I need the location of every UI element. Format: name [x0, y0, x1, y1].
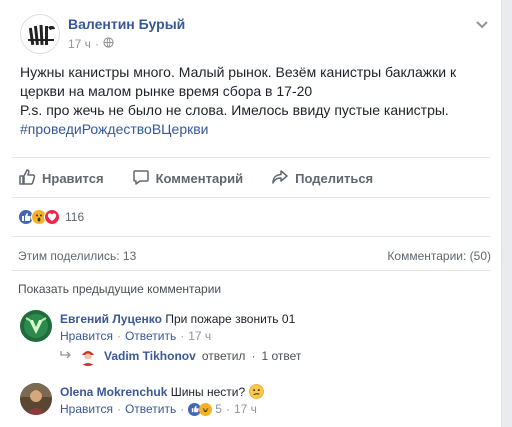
- scrollbar-track[interactable]: [502, 0, 512, 427]
- post-actions: Нравится Комментарий Поделиться: [18, 166, 401, 190]
- show-previous-comments-link[interactable]: Показать предыдущие комментарии: [18, 282, 221, 296]
- reactions-summary[interactable]: 116: [18, 209, 84, 225]
- post-meta: 17 ч ·: [68, 37, 114, 51]
- post-time[interactable]: 17 ч: [68, 37, 91, 51]
- divider: [12, 270, 490, 271]
- like-label: Нравится: [42, 170, 104, 186]
- comments-count[interactable]: Комментарии: (50): [387, 249, 491, 263]
- post-hashtag[interactable]: #проведиРождествоВЦеркви: [20, 120, 490, 139]
- dot-separator: ·: [225, 402, 230, 416]
- dot-separator: ·: [251, 349, 256, 363]
- commenter-name[interactable]: Olena Mokrenchuk: [60, 385, 167, 399]
- comment-text: При пожаре звонить 01: [165, 312, 296, 326]
- meta-separator: ·: [94, 37, 99, 51]
- share-label: Поделиться: [295, 170, 374, 186]
- reply-summary[interactable]: Vadim Tikhonov ответил · 1 ответ: [60, 346, 301, 366]
- commenter-name[interactable]: Евгений Луценко: [60, 312, 162, 326]
- divider: [12, 197, 490, 198]
- dot-separator: ·: [180, 329, 185, 343]
- comment-reply-link[interactable]: Ответить: [125, 329, 176, 343]
- globe-icon: [103, 37, 114, 51]
- reply-action-text: ответил: [201, 349, 246, 363]
- post-text-line: P.s. про жечь не было не слова. Имелось …: [20, 102, 449, 118]
- commenter-avatar[interactable]: [20, 310, 52, 342]
- share-button[interactable]: Поделиться: [271, 168, 373, 189]
- comment-button[interactable]: Комментарий: [132, 168, 244, 189]
- chevron-down-icon[interactable]: [474, 16, 490, 32]
- comment-icon: [132, 168, 150, 189]
- comment-like-link[interactable]: Нравится: [60, 402, 113, 416]
- commenter-avatar[interactable]: [20, 383, 52, 415]
- divider: [12, 157, 490, 158]
- post-body: Нужны канистры много. Малый рынок. Везём…: [20, 63, 490, 139]
- comment-actions: Нравится · Ответить · 17 ч: [60, 329, 211, 343]
- divider: [12, 236, 490, 237]
- replier-avatar: [78, 346, 98, 366]
- author-name[interactable]: Валентин Бурый: [68, 16, 185, 32]
- replier-name: Vadim Tikhonov: [104, 349, 196, 363]
- reply-count: 1 ответ: [261, 349, 302, 363]
- shares-count[interactable]: Этим поделились: 13: [18, 249, 136, 263]
- love-icon: [44, 209, 60, 225]
- comment-like-link[interactable]: Нравится: [60, 329, 113, 343]
- comment-label: Комментарий: [155, 170, 244, 186]
- comment-text: Шины нести?: [170, 385, 246, 399]
- comment-actions: Нравится · Ответить · 5 · 17 ч: [60, 402, 257, 416]
- reply-arrow-icon: [60, 349, 72, 363]
- comment-body: Евгений Луценко При пожаре звонить 01: [60, 311, 490, 327]
- dot-separator: ·: [116, 329, 121, 343]
- post-card: Валентин Бурый 17 ч · Нужны канистры мно…: [0, 0, 502, 427]
- reaction-count: 5: [215, 402, 222, 416]
- thumbs-up-icon: [18, 168, 36, 189]
- comment-reactions[interactable]: 5: [188, 402, 222, 416]
- dot-separator: ·: [116, 402, 121, 416]
- share-icon: [271, 168, 289, 189]
- dot-separator: ·: [180, 402, 185, 416]
- author-avatar[interactable]: [20, 14, 60, 54]
- laugh-icon: [199, 402, 213, 416]
- post-text-line: Нужны канистры много. Малый рынок. Везём…: [20, 64, 457, 80]
- reaction-count: 116: [65, 210, 85, 224]
- confused-emoji-icon: [248, 384, 264, 403]
- comment-time[interactable]: 17 ч: [188, 329, 211, 343]
- like-button[interactable]: Нравится: [18, 168, 104, 189]
- post-text-line: церкви на малом рынке время сбора в 17-2…: [20, 83, 313, 99]
- comment-reply-link[interactable]: Ответить: [125, 402, 176, 416]
- comment-time[interactable]: 17 ч: [234, 402, 257, 416]
- post-header: Валентин Бурый 17 ч ·: [20, 14, 490, 56]
- comment-body: Olena Mokrenchuk Шины нести?: [60, 384, 490, 403]
